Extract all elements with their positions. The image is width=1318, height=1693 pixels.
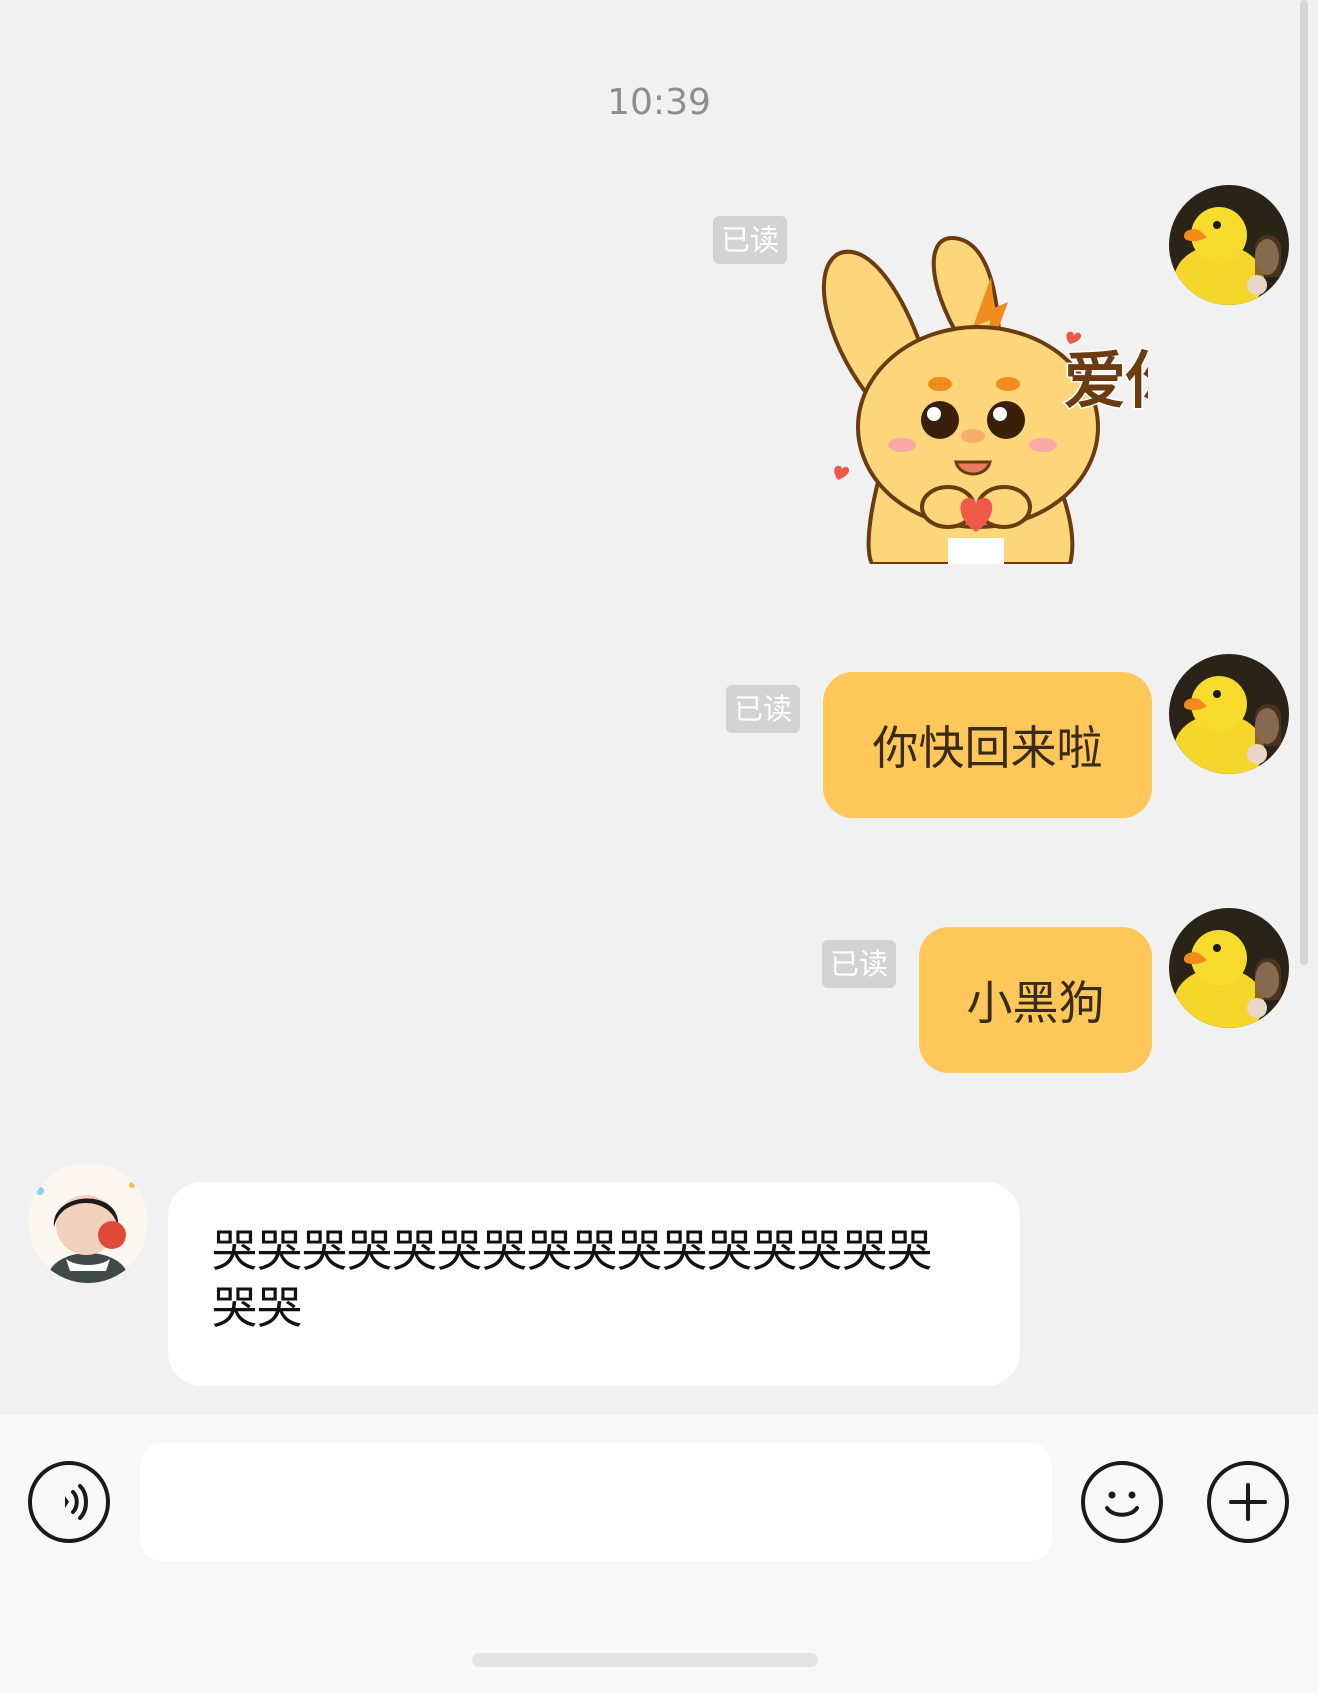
- outgoing-message-bubble[interactable]: 小黑狗: [919, 927, 1152, 1073]
- sticker-text: 爱你: [1064, 344, 1148, 417]
- my-avatar[interactable]: [1169, 654, 1289, 774]
- read-status-tag: 已读: [822, 940, 897, 988]
- incoming-message-bubble[interactable]: 哭哭哭哭哭哭哭哭哭哭哭哭哭哭哭哭哭哭: [168, 1182, 1020, 1386]
- plus-icon: [1229, 1483, 1267, 1521]
- scrollbar[interactable]: [1300, 0, 1308, 965]
- bunny-love-sticker[interactable]: 爱你: [808, 232, 1190, 566]
- message-text: 你快回来啦: [872, 721, 1103, 775]
- home-indicator[interactable]: [472, 1653, 818, 1667]
- more-options-button[interactable]: [1207, 1461, 1289, 1543]
- voice-input-button[interactable]: [28, 1461, 110, 1543]
- message-text: 哭哭哭哭哭哭哭哭哭哭哭哭哭哭哭哭哭哭: [212, 1224, 933, 1334]
- message-text: 小黑狗: [966, 976, 1105, 1030]
- voice-icon: [65, 1484, 88, 1520]
- read-status-tag: 已读: [726, 685, 801, 733]
- outgoing-message-bubble[interactable]: 你快回来啦: [823, 672, 1152, 818]
- my-avatar[interactable]: [1169, 185, 1289, 305]
- read-status-tag: 已读: [713, 216, 788, 264]
- contact-avatar[interactable]: [28, 1163, 148, 1283]
- chat-timestamp: 10:39: [607, 82, 711, 123]
- emoji-button[interactable]: [1081, 1461, 1163, 1543]
- message-text-input[interactable]: [140, 1443, 1052, 1561]
- my-avatar[interactable]: [1169, 908, 1289, 1028]
- emoji-icon: [1105, 1491, 1139, 1517]
